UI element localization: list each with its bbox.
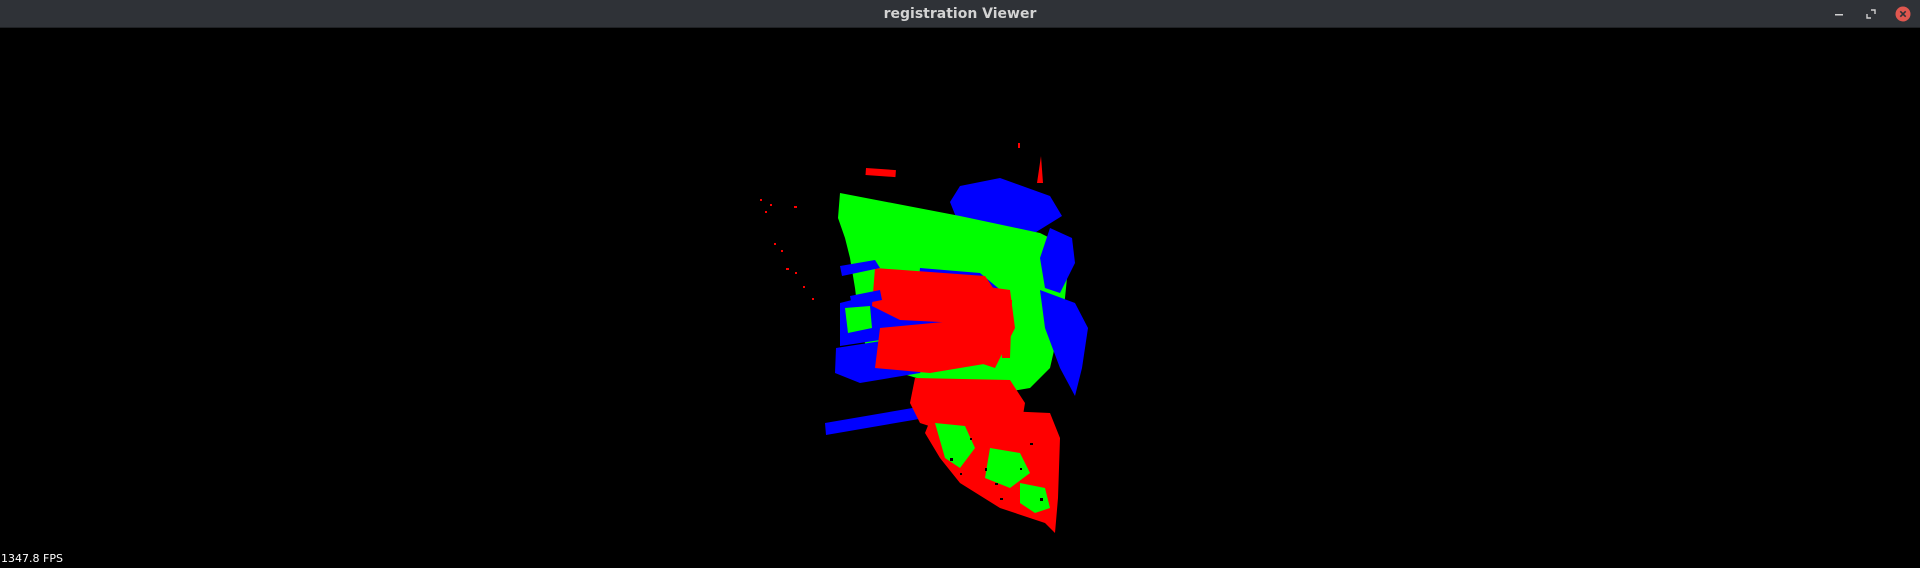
window-title: registration Viewer (883, 6, 1037, 22)
maximize-button[interactable] (1862, 5, 1880, 23)
viewer-window: registration Viewer 1347.8 FPS (0, 0, 1920, 568)
fps-counter: 1347.8 FPS (1, 552, 63, 565)
title-bar[interactable]: registration Viewer (0, 0, 1920, 28)
point-cloud-red-spike (1037, 156, 1043, 183)
point-cloud-red-marker (865, 167, 896, 178)
close-button[interactable] (1894, 5, 1912, 23)
minimize-icon (1835, 14, 1843, 16)
3d-viewport[interactable]: 1347.8 FPS (0, 28, 1920, 568)
maximize-icon (1866, 9, 1876, 19)
minimize-button[interactable] (1830, 5, 1848, 23)
point-cloud-render (760, 143, 1088, 533)
point-cloud-red-strip (1000, 298, 1012, 358)
point-cloud-scene (760, 143, 1088, 533)
close-icon (1895, 6, 1911, 22)
